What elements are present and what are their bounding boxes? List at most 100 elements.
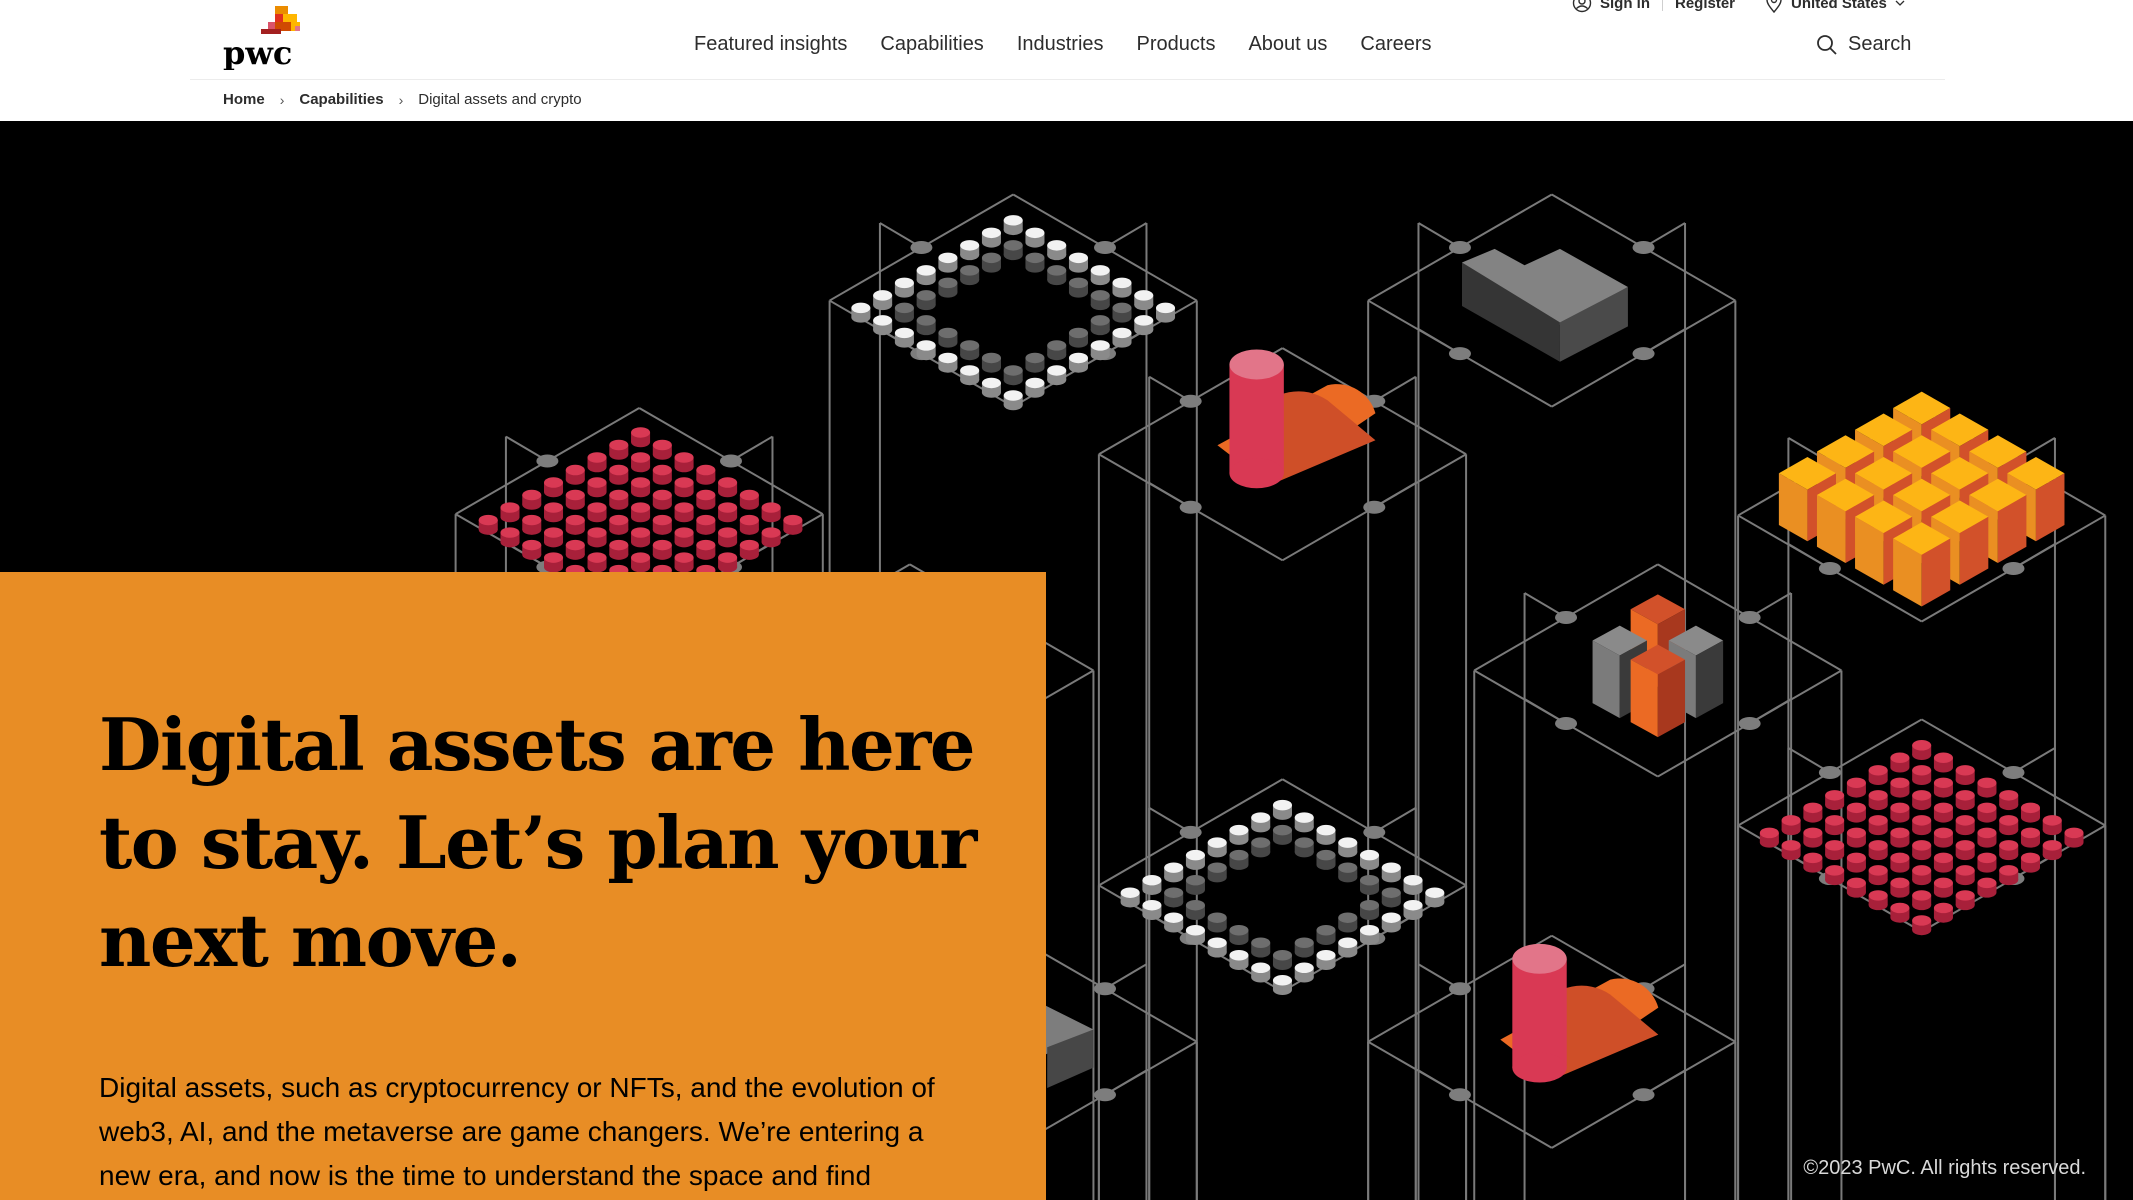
sign-in-label: Sign in [1600,0,1650,12]
white-puck [938,352,958,364]
red-puck [674,527,694,538]
red-puck [761,527,781,538]
red-puck [1846,837,1866,848]
region-selector[interactable]: United States [1765,0,1905,14]
nav-featured-insights[interactable]: Featured insights [694,33,847,56]
white-puck [1025,377,1045,389]
red-puck [2020,802,2040,814]
red-puck [587,536,607,548]
red-puck [1912,740,1932,751]
red-puck [2042,840,2062,851]
red-puck [652,539,672,551]
red-puck [718,561,738,573]
white-puck [1185,849,1205,861]
white-puck [1251,972,1271,983]
grid-node [1448,982,1471,996]
red-puck [2020,837,2040,848]
white-puck [1142,909,1162,920]
grid-node [1818,561,1841,575]
red-puck [652,464,672,476]
white-puck [1229,959,1249,971]
grey-puck [1229,934,1249,945]
white-puck [1272,984,1292,996]
red-puck [1912,915,1932,926]
red-puck [739,499,759,510]
red-cylinder [1512,943,1567,974]
nav-products[interactable]: Products [1137,33,1216,56]
grey-puck [1381,896,1401,908]
red-puck [1912,824,1932,836]
red-puck [696,524,716,535]
grey-puck [1047,340,1067,351]
white-puck [1360,934,1380,945]
red-puck [631,427,651,438]
grid-node [1179,825,1202,839]
grey-puck [1338,912,1358,923]
grey-puck [1185,899,1205,911]
nav-careers[interactable]: Careers [1360,33,1431,56]
red-puck [1912,790,1932,801]
red-puck [1977,877,1997,889]
breadcrumb: Home › Capabilities › Digital assets and… [223,91,582,108]
grey-puck [1316,934,1336,945]
search-button[interactable]: Search [1816,33,1911,56]
red-puck [609,439,629,451]
grey-puck [1003,249,1023,261]
red-puck [500,536,520,548]
sign-in-link[interactable]: Sign in [1572,0,1650,13]
grey-puck [1360,874,1380,886]
grid-node [2002,561,2025,575]
grey-puck [1068,327,1088,339]
grey-puck [981,362,1001,373]
red-puck [500,511,520,523]
pwc-logo[interactable]: pwc [223,4,305,72]
red-puck [1868,790,1888,801]
red-puck [718,511,738,523]
white-puck [1120,887,1140,898]
red-puck [2020,827,2040,839]
region-label: United States [1791,0,1887,12]
red-puck [1933,877,1953,889]
nav-about-us[interactable]: About us [1248,33,1327,56]
red-puck [587,561,607,573]
grey-puck [1207,912,1227,923]
breadcrumb-home[interactable]: Home [223,91,265,108]
red-puck [1868,765,1888,776]
red-puck [1955,899,1975,911]
red-puck [696,514,716,526]
red-puck [2064,837,2084,848]
white-puck [960,374,980,386]
grey-puck [981,352,1001,364]
grey-puck [1025,352,1045,364]
grey-puck [960,349,980,361]
hero-body: Digital assets, such as cryptocurrency o… [99,1072,935,1191]
white-puck [1120,896,1140,908]
nav-industries[interactable]: Industries [1017,33,1104,56]
breadcrumb-capabilities[interactable]: Capabilities [299,91,383,108]
location-pin-icon [1766,0,1782,14]
grey-puck [1090,324,1110,336]
red-puck [1912,899,1932,911]
white-puck [981,377,1001,389]
red-puck [1825,815,1845,826]
red-puck [718,486,738,498]
red-puck [544,477,564,488]
white-puck [1090,349,1110,361]
register-link[interactable]: Register [1675,0,1735,12]
red-puck [522,539,542,551]
red-puck [1912,799,1932,811]
red-puck [587,452,607,463]
red-puck [587,502,607,513]
red-puck [609,549,629,560]
red-puck [1781,849,1801,861]
red-puck [739,539,759,551]
nav-capabilities[interactable]: Capabilities [880,33,983,56]
red-puck [565,514,585,526]
red-puck [522,549,542,560]
white-puck [1251,821,1271,833]
grid-node [536,454,559,468]
red-puck [631,502,651,513]
red-cylinder [1512,958,1567,1068]
white-puck [1251,812,1271,823]
white-puck [851,302,871,314]
